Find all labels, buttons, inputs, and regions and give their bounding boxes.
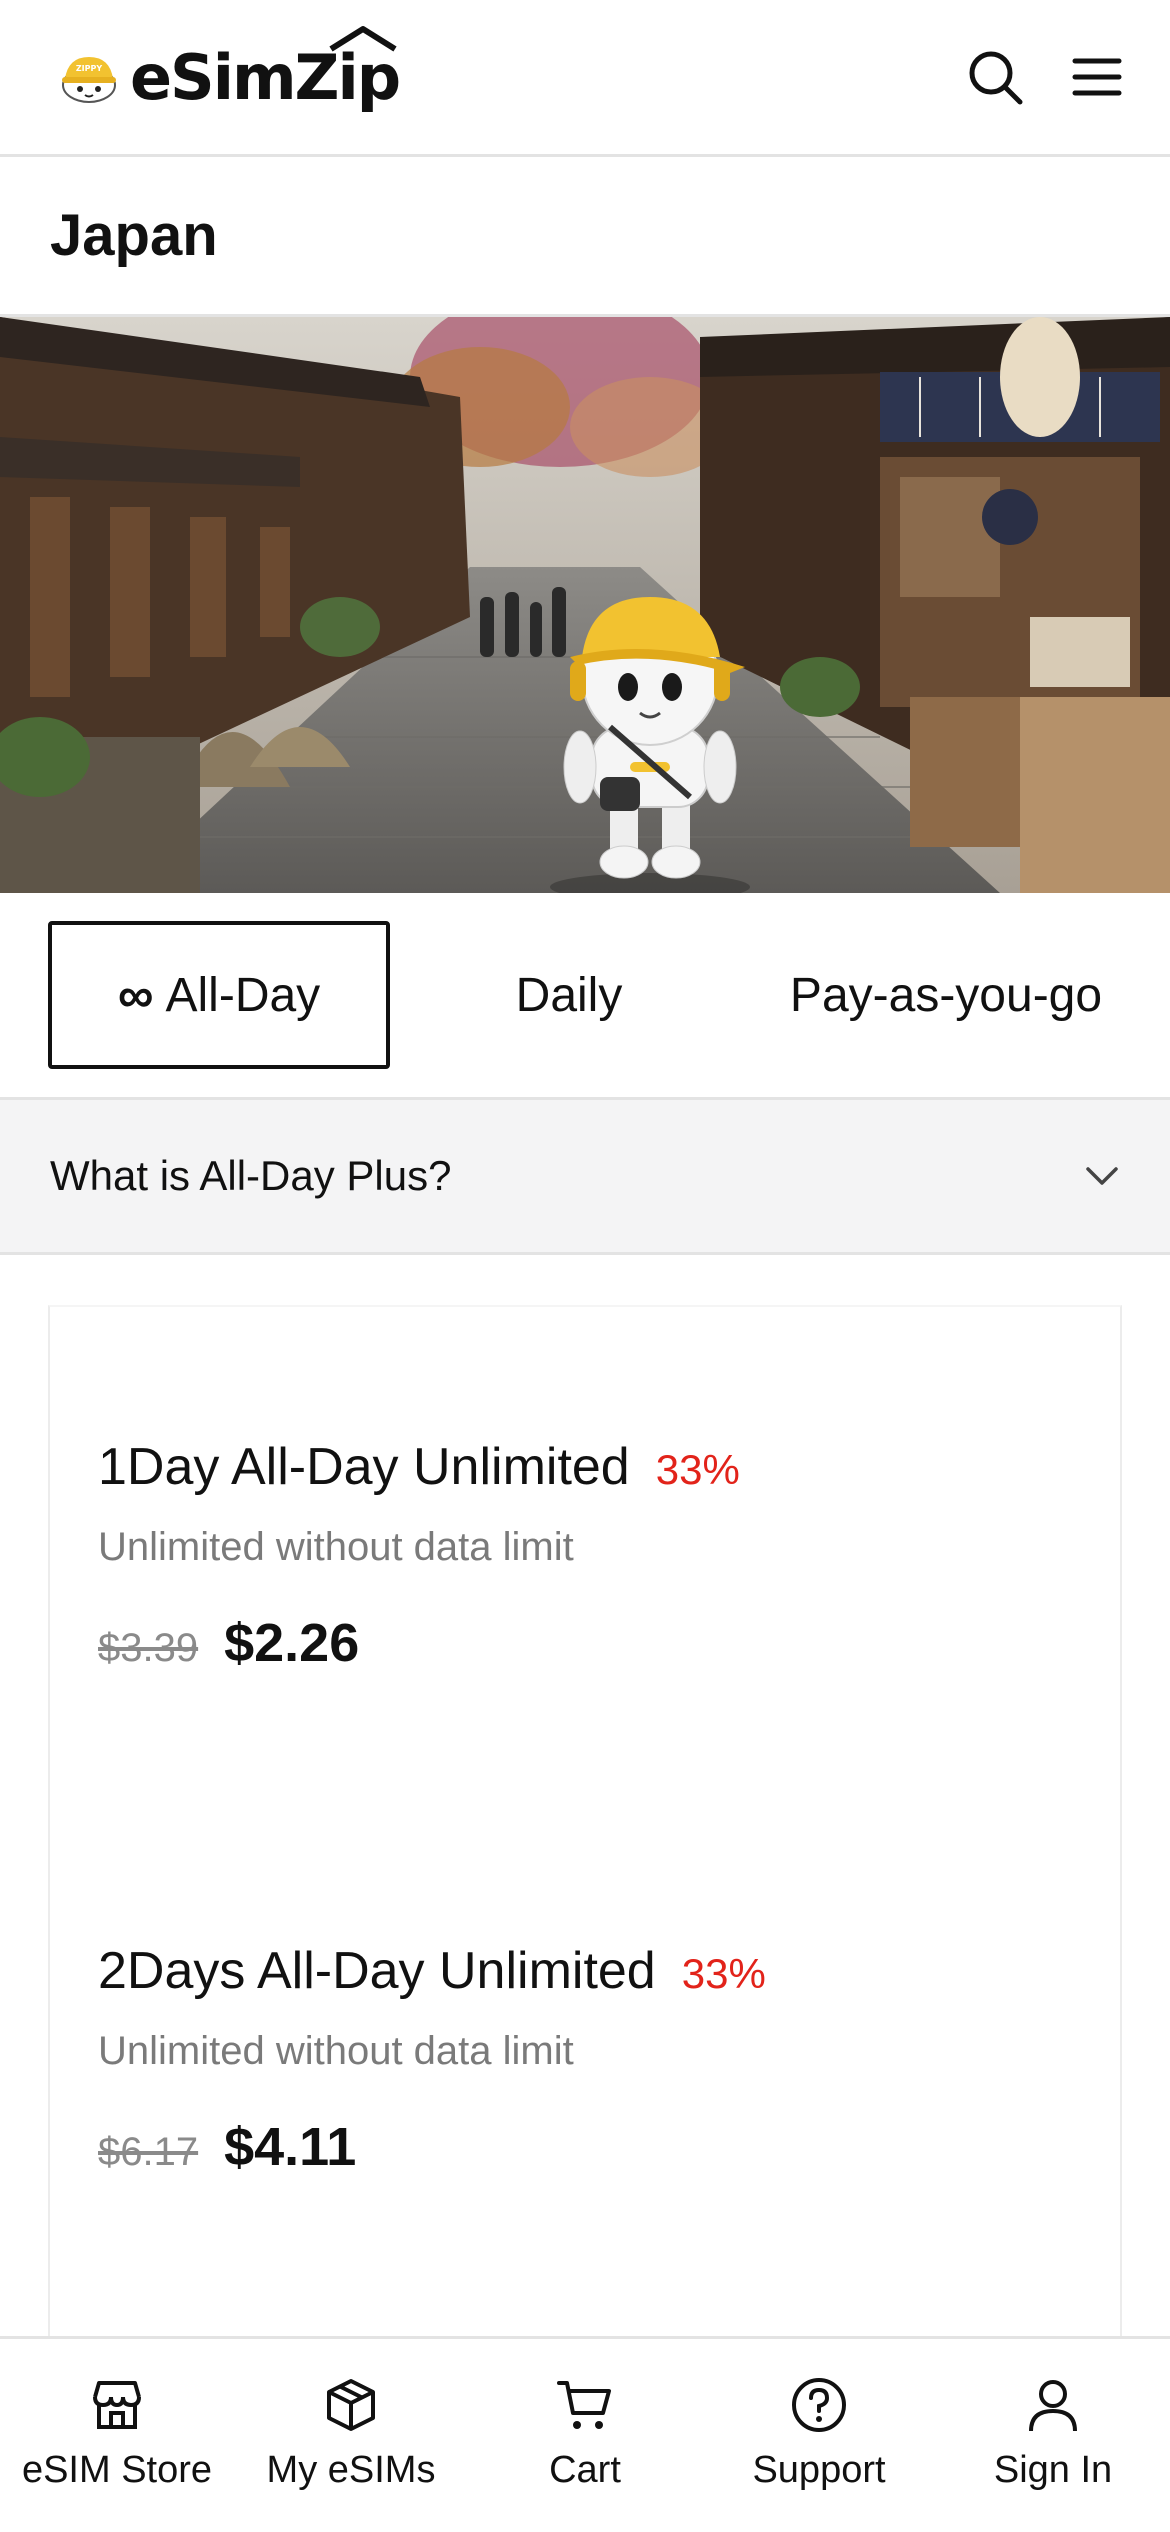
nav-support[interactable]: Support — [702, 2339, 936, 2532]
plan-type-tabs: ∞ All-Day Daily Pay-as-you-go — [0, 893, 1170, 1097]
page-title: Japan — [50, 203, 218, 268]
bottom-navigation: eSIM Store My eSIMs Cart Support Sign In — [0, 2336, 1170, 2532]
plan-description: Unlimited without data limit — [98, 1525, 574, 1569]
nav-label: Cart — [549, 2449, 621, 2491]
roof-icon — [329, 25, 397, 52]
sale-price: $2.26 — [224, 1613, 360, 1673]
tab-pay-as-you-go-label: Pay-as-you-go — [789, 968, 1103, 1022]
svg-text:ZIPPY: ZIPPY — [76, 64, 103, 73]
original-price: $6.17 — [98, 2130, 199, 2174]
search-icon[interactable] — [966, 48, 1024, 106]
brand-logo[interactable]: ZIPPY eSimZip — [56, 25, 401, 114]
plan-item[interactable]: 2Days All-Day Unlimited 33% Unlimited wi… — [98, 1941, 766, 2178]
header-actions — [966, 48, 1122, 106]
plan-title-row: 2Days All-Day Unlimited 33% — [98, 1941, 766, 2001]
hero-image — [0, 317, 1170, 893]
nav-my-esims[interactable]: My eSIMs — [234, 2339, 468, 2532]
plan-item[interactable]: 1Day All-Day Unlimited 33% Unlimited wit… — [98, 1437, 740, 1674]
nav-label: My eSIMs — [266, 2449, 436, 2491]
nav-label: eSIM Store — [21, 2449, 213, 2491]
discount-badge: 33% — [655, 1446, 740, 1493]
cart-icon — [557, 2381, 611, 2429]
nav-label: Support — [752, 2449, 886, 2491]
all-day-plus-accordion[interactable]: What is All-Day Plus? — [0, 1097, 1170, 1255]
original-price: $3.39 — [98, 1626, 199, 1670]
plan-description: Unlimited without data limit — [98, 2029, 574, 2073]
chevron-down-icon — [1086, 1167, 1118, 1185]
tab-all-day[interactable]: ∞ All-Day — [48, 921, 390, 1069]
discount-badge: 33% — [681, 1950, 766, 1997]
plan-title: 2Days All-Day Unlimited — [98, 1942, 656, 2000]
sale-price: $4.11 — [224, 2117, 357, 2177]
accordion-label: What is All-Day Plus? — [50, 1152, 452, 1199]
store-icon — [93, 2381, 141, 2429]
country-header: Japan — [0, 157, 1170, 317]
plan-list-card: 1Day All-Day Unlimited 33% Unlimited wit… — [48, 1305, 1122, 2365]
price-row: $6.17 $4.11 — [98, 2116, 766, 2178]
top-header: ZIPPY eSimZip — [0, 0, 1170, 157]
nav-cart[interactable]: Cart — [468, 2339, 702, 2532]
tab-daily[interactable]: Daily — [390, 921, 748, 1069]
mascot-logo-icon: ZIPPY — [62, 57, 116, 103]
tab-pay-as-you-go[interactable]: Pay-as-you-go — [748, 921, 1144, 1069]
tab-daily-label: Daily — [515, 968, 623, 1022]
plan-title-row: 1Day All-Day Unlimited 33% — [98, 1437, 740, 1497]
infinity-icon: ∞ — [117, 967, 154, 1023]
price-row: $3.39 $2.26 — [98, 1612, 740, 1674]
hero-street-scene — [0, 317, 1170, 893]
nav-esim-store[interactable]: eSIM Store — [0, 2339, 234, 2532]
plan-title: 1Day All-Day Unlimited — [98, 1438, 630, 1496]
tab-all-day-label: All-Day — [165, 968, 321, 1022]
nav-sign-in[interactable]: Sign In — [936, 2339, 1170, 2532]
hamburger-menu-icon[interactable] — [1072, 55, 1122, 99]
box-icon — [327, 2379, 375, 2431]
brand-name: eSimZip — [130, 25, 401, 114]
help-icon — [792, 2378, 846, 2432]
user-icon — [1029, 2380, 1077, 2432]
nav-label: Sign In — [993, 2449, 1113, 2491]
